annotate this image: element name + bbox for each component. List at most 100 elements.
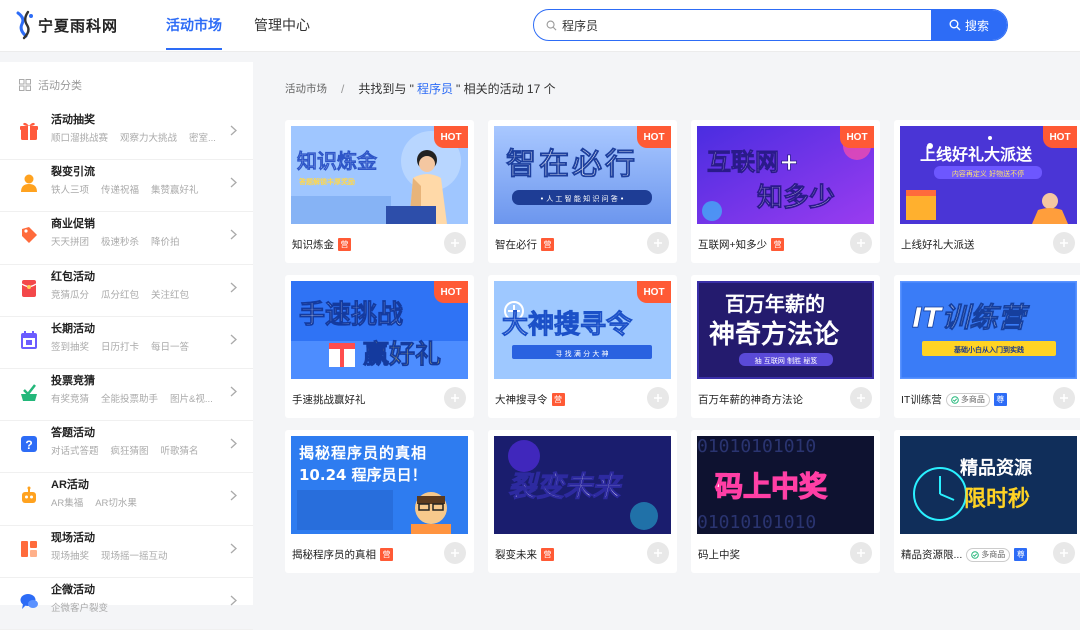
breadcrumb-root-link[interactable]: 活动市场 [285, 81, 327, 96]
activity-card[interactable]: 01010101010 01010101010 码上中奖 码上中奖 [691, 430, 880, 573]
activity-card[interactable]: 手速挑战 赢好礼 HOT 手速挑战赢好礼 [285, 275, 474, 418]
nav-management-center[interactable]: 管理中心 [254, 0, 310, 52]
banner-text: 精品资源 [960, 457, 1032, 479]
card-banner[interactable]: 互联网+ 知多少 HOT [697, 126, 874, 224]
card-title-text: 互联网+知多少 [698, 239, 768, 251]
activity-card[interactable]: 精品资源 限时秒 精品资源限... 多商品尊 [894, 430, 1080, 573]
sidebar-sub-link[interactable]: 密室... [189, 133, 216, 144]
banner-text: 百万年薪的 [725, 292, 825, 316]
sidebar-sub-link[interactable]: 对话式答题 [51, 446, 99, 457]
card-banner[interactable]: 精品资源 限时秒 [900, 436, 1077, 534]
card-banner[interactable]: 百万年薪的 神奇方法论抽 互联网 制胜 秘笈 [697, 281, 874, 379]
sidebar-item-label: 商业促销 [51, 218, 95, 231]
add-button[interactable] [444, 542, 466, 564]
card-banner[interactable]: 裂变未来 [494, 436, 671, 534]
card-banner[interactable]: 揭秘程序员的真相 10.24 程序员日！ [291, 436, 468, 534]
sidebar-sub-link[interactable]: 现场摇一摇互动 [101, 551, 168, 562]
sidebar-sub-link[interactable]: 铁人三项 [51, 185, 89, 196]
sidebar-sub-link[interactable]: 关注红包 [151, 290, 189, 301]
add-button[interactable] [1053, 387, 1075, 409]
result-prefix: 共找到与 " [358, 82, 414, 96]
sidebar-item[interactable]: AR活动 AR集福 AR切水果 [0, 473, 253, 526]
add-button[interactable] [850, 387, 872, 409]
activity-card[interactable]: 揭秘程序员的真相 10.24 程序员日！ 揭秘程序员的真相营 [285, 430, 474, 573]
add-button[interactable] [1053, 232, 1075, 254]
banner-text: 赢好礼 [363, 339, 441, 370]
activity-card[interactable]: 互联网+ 知多少 HOT 互联网+知多少营 [691, 120, 880, 263]
chevron-right-icon [230, 595, 237, 606]
sidebar-sub-link[interactable]: AR集福 [51, 498, 83, 509]
sidebar-sub-link[interactable]: 瓜分红包 [101, 290, 139, 301]
category-sidebar: 活动分类 活动抽奖 顺口溜挑战赛 观察力大挑战 密室... 裂变引流 铁人三项 传递祝福 集赞… [0, 62, 253, 630]
card-banner[interactable]: 智在必行 • 人 工 智 能 知 识 问 答 • HOT [494, 126, 671, 224]
card-banner[interactable]: 知识炼金 答题解锁丰厚奖励 HOT [291, 126, 468, 224]
sidebar-sub-link[interactable]: 现场抽奖 [51, 551, 89, 562]
add-button[interactable] [444, 232, 466, 254]
sidebar-sub-link[interactable]: 听歌猜名 [161, 446, 199, 457]
card-title-text: 上线好礼大派送 [901, 239, 975, 251]
premium-badge: 尊 [993, 393, 1007, 406]
sidebar-sub-link[interactable]: 竞猜瓜分 [51, 290, 89, 301]
sidebar-sub-link[interactable]: 降价拍 [151, 237, 180, 248]
card-banner[interactable]: 手速挑战 赢好礼 HOT [291, 281, 468, 379]
sidebar-item[interactable]: ? 答题活动 对话式答题 疯狂猜图 听歌猜名 [0, 421, 253, 474]
sidebar-sub-link[interactable]: 有奖竞猜 [51, 394, 89, 405]
activity-card[interactable]: 大神搜寻令寻 找 满 分 大 神 HOT 大神搜寻令营 [488, 275, 677, 418]
sidebar-item[interactable]: 活动抽奖 顺口溜挑战赛 观察力大挑战 密室... [0, 108, 253, 161]
sidebar-item[interactable]: 裂变引流 铁人三项 传递祝福 集赞赢好礼 [0, 160, 253, 213]
activity-card[interactable]: 百万年薪的 神奇方法论抽 互联网 制胜 秘笈百万年薪的神奇方法论 [691, 275, 880, 418]
sidebar-list: 活动抽奖 顺口溜挑战赛 观察力大挑战 密室... 裂变引流 铁人三项 传递祝福 集赞赢好礼 商业… [0, 108, 253, 630]
sidebar-sub-link[interactable]: 顺口溜挑战赛 [51, 133, 108, 144]
banner-digits: 01010101010 [697, 436, 816, 457]
banner-digits: 01010101010 [697, 512, 816, 533]
card-title: 大神搜寻令营 [495, 392, 565, 407]
sidebar-item[interactable]: 现场活动 现场抽奖 现场摇一摇互动 [0, 526, 253, 578]
sidebar-sub-link[interactable]: 日历打卡 [101, 342, 139, 353]
sidebar-item[interactable]: 商业促销天天拼团 极速秒杀 降价拍 [0, 212, 253, 265]
sidebar-sub-link[interactable]: 全能投票助手 [101, 394, 158, 405]
search-input[interactable] [562, 10, 931, 40]
activity-card[interactable]: IT训练营 基础小白从入门到实践 IT训练营 多商品尊 [894, 275, 1080, 418]
sidebar-sub-link[interactable]: 每日一答 [151, 342, 189, 353]
card-title: IT训练营 多商品尊 [901, 392, 1007, 407]
sidebar-item[interactable]: 企微活动 企微客户裂变 [0, 578, 253, 630]
sidebar-sub-link[interactable]: 集赞赢好礼 [151, 185, 199, 196]
sidebar-sub-link[interactable]: AR切水果 [95, 498, 137, 509]
add-button[interactable] [444, 387, 466, 409]
sidebar-sub-link[interactable]: 企微客户裂变 [51, 603, 108, 614]
search-button[interactable]: 搜索 [931, 10, 1007, 40]
multi-product-label: 多商品 [981, 550, 1006, 559]
add-button[interactable] [1053, 542, 1075, 564]
card-banner[interactable]: 01010101010 01010101010 码上中奖 [697, 436, 874, 534]
sidebar-sub-link[interactable]: 图片&视... [170, 394, 213, 405]
card-banner[interactable]: 大神搜寻令寻 找 满 分 大 神 HOT [494, 281, 671, 379]
card-banner[interactable]: 上线好礼大派送 内容再定义 好物送不停 HOT [900, 126, 1077, 224]
add-button[interactable] [647, 387, 669, 409]
logo[interactable]: 宁夏雨科网 [14, 10, 118, 40]
add-button[interactable] [850, 542, 872, 564]
activity-card[interactable]: 上线好礼大派送 内容再定义 好物送不停 HOT 上线好礼大派送 [894, 120, 1080, 263]
sidebar-sub-link[interactable]: 疯狂猜图 [111, 446, 149, 457]
activity-card[interactable]: 裂变未来 裂变未来营 [488, 430, 677, 573]
add-button[interactable] [647, 232, 669, 254]
sidebar-sub-link[interactable]: 签到抽奖 [51, 342, 89, 353]
sidebar-sub-link[interactable]: 极速秒杀 [101, 237, 139, 248]
card-title: 裂变未来营 [495, 547, 554, 562]
nav-activity-market[interactable]: 活动市场 [166, 0, 222, 52]
activity-card[interactable]: 知识炼金 答题解锁丰厚奖励 HOT 知识炼金营 [285, 120, 474, 263]
card-title: 手速挑战赢好礼 [292, 392, 366, 407]
add-button[interactable] [850, 232, 872, 254]
add-button[interactable] [647, 542, 669, 564]
sidebar-item[interactable]: 长期活动 签到抽奖 日历打卡 每日一答 [0, 317, 253, 369]
camp-badge: 营 [338, 238, 351, 251]
card-banner[interactable]: IT训练营 基础小白从入门到实践 [900, 281, 1077, 379]
sidebar-item[interactable]: 红包活动 竞猜瓜分 瓜分红包 关注红包 [0, 265, 253, 317]
plus-icon [857, 394, 865, 402]
card-title: 百万年薪的神奇方法论 [698, 392, 803, 407]
sidebar-sub-link[interactable]: 观察力大挑战 [120, 133, 177, 144]
chevron-right-icon [230, 543, 237, 553]
activity-card[interactable]: 智在必行 • 人 工 智 能 知 识 问 答 • HOT 智在必行营 [488, 120, 677, 263]
sidebar-sub-link[interactable]: 天天拼团 [51, 237, 89, 248]
sidebar-sub-link[interactable]: 传递祝福 [101, 185, 139, 196]
sidebar-item[interactable]: 投票竞猜 有奖竞猜 全能投票助手 图片&视... [0, 369, 253, 422]
